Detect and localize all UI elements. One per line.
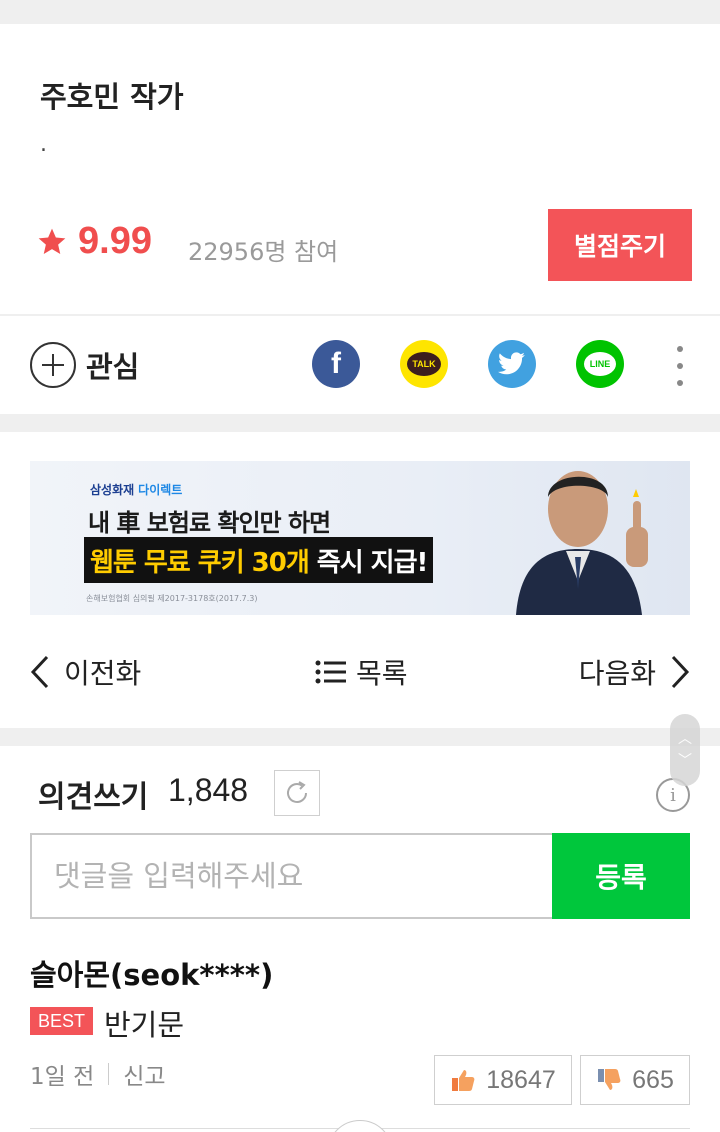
- thumbs-up-icon: [452, 1070, 475, 1091]
- like-count: 18647: [486, 1065, 556, 1094]
- comments-count: 1,848: [168, 772, 249, 808]
- line-icon[interactable]: LINE: [576, 340, 624, 388]
- comment-author: 슬아몬(seok****): [30, 958, 274, 992]
- comment-text: 반기문: [104, 1008, 185, 1042]
- kakaotalk-bubble: TALK: [407, 352, 441, 376]
- ad-section: 삼성화재 다이렉트 내 車 보험료 확인만 하면 웹툰 무료 쿠키 30개 즉시 지…: [0, 432, 720, 728]
- line-bubble: LINE: [584, 352, 616, 376]
- refresh-button[interactable]: [274, 770, 320, 816]
- next-episode-link[interactable]: 다음화: [579, 652, 690, 692]
- ad-banner[interactable]: 삼성화재 다이렉트 내 車 보험료 확인만 하면 웹툰 무료 쿠키 30개 즉시 지…: [30, 461, 690, 615]
- comment-input[interactable]: [32, 835, 552, 917]
- author-name: 주호민 작가: [40, 80, 184, 114]
- favorite-button[interactable]: 관심: [30, 342, 139, 388]
- comments-title: 의견쓰기: [38, 780, 149, 815]
- ad-person-image: [516, 471, 648, 615]
- thumbs-down-icon: [598, 1069, 621, 1090]
- author-section: 주호민 작가 . 9.99 22956명 참여 별점주기: [0, 24, 720, 314]
- comment-form: 등록: [30, 833, 690, 919]
- favorite-label: 관심: [86, 350, 140, 384]
- comment-meta: 1일 전 신고: [30, 1057, 166, 1091]
- comments-section: 의견쓰기 1,848 i 등록 슬아몬(seok****) BEST 반기문 1…: [0, 746, 720, 1132]
- meta-divider: [108, 1063, 110, 1085]
- rating-value: 9.99: [78, 220, 152, 262]
- more-icon[interactable]: [672, 346, 688, 386]
- rate-button[interactable]: 별점주기: [548, 209, 692, 281]
- rating-participants: 22956명 참여: [188, 238, 339, 266]
- kakaotalk-icon[interactable]: TALK: [400, 340, 448, 388]
- dislike-count: 665: [632, 1065, 674, 1094]
- ad-brand: 삼성화재 다이렉트: [90, 483, 183, 497]
- twitter-icon[interactable]: [488, 340, 536, 388]
- author-description: .: [40, 132, 47, 157]
- episode-navigation: 이전화 목록 다음화: [0, 640, 720, 700]
- refresh-icon: [287, 781, 307, 803]
- next-label: 다음화: [578, 657, 656, 690]
- chevron-left-icon: [30, 655, 49, 689]
- dislike-button[interactable]: 665: [580, 1055, 690, 1105]
- ad-fine-print: 손해보험협회 심의필 제2017-3178호(2017.7.3): [86, 594, 258, 603]
- scroll-handle[interactable]: ︿ ﹀: [670, 714, 700, 786]
- chevron-right-icon: [671, 655, 690, 689]
- submit-comment-button[interactable]: 등록: [552, 833, 690, 919]
- load-more-button[interactable]: [327, 1120, 393, 1132]
- facebook-icon[interactable]: f: [312, 340, 360, 388]
- plus-icon: [30, 342, 76, 388]
- comment-time: 1일 전: [30, 1064, 95, 1090]
- chevron-down-icon: ﹀: [678, 753, 692, 769]
- prev-episode-link[interactable]: 이전화: [30, 652, 141, 692]
- list-label: 목록: [356, 657, 408, 690]
- ad-offer: 웹툰 무료 쿠키 30개 즉시 지급!: [84, 537, 434, 583]
- like-button[interactable]: 18647: [434, 1055, 572, 1105]
- share-bar: 관심 f TALK LINE: [0, 316, 720, 414]
- episode-list-link[interactable]: 목록: [314, 652, 408, 692]
- chevron-up-icon: ︿: [678, 731, 692, 747]
- star-icon: [38, 228, 66, 254]
- report-link[interactable]: 신고: [123, 1057, 165, 1091]
- best-badge: BEST: [30, 1007, 94, 1035]
- list-icon: [315, 660, 346, 684]
- prev-label: 이전화: [64, 657, 142, 690]
- ad-headline: 내 車 보험료 확인만 하면: [88, 509, 331, 537]
